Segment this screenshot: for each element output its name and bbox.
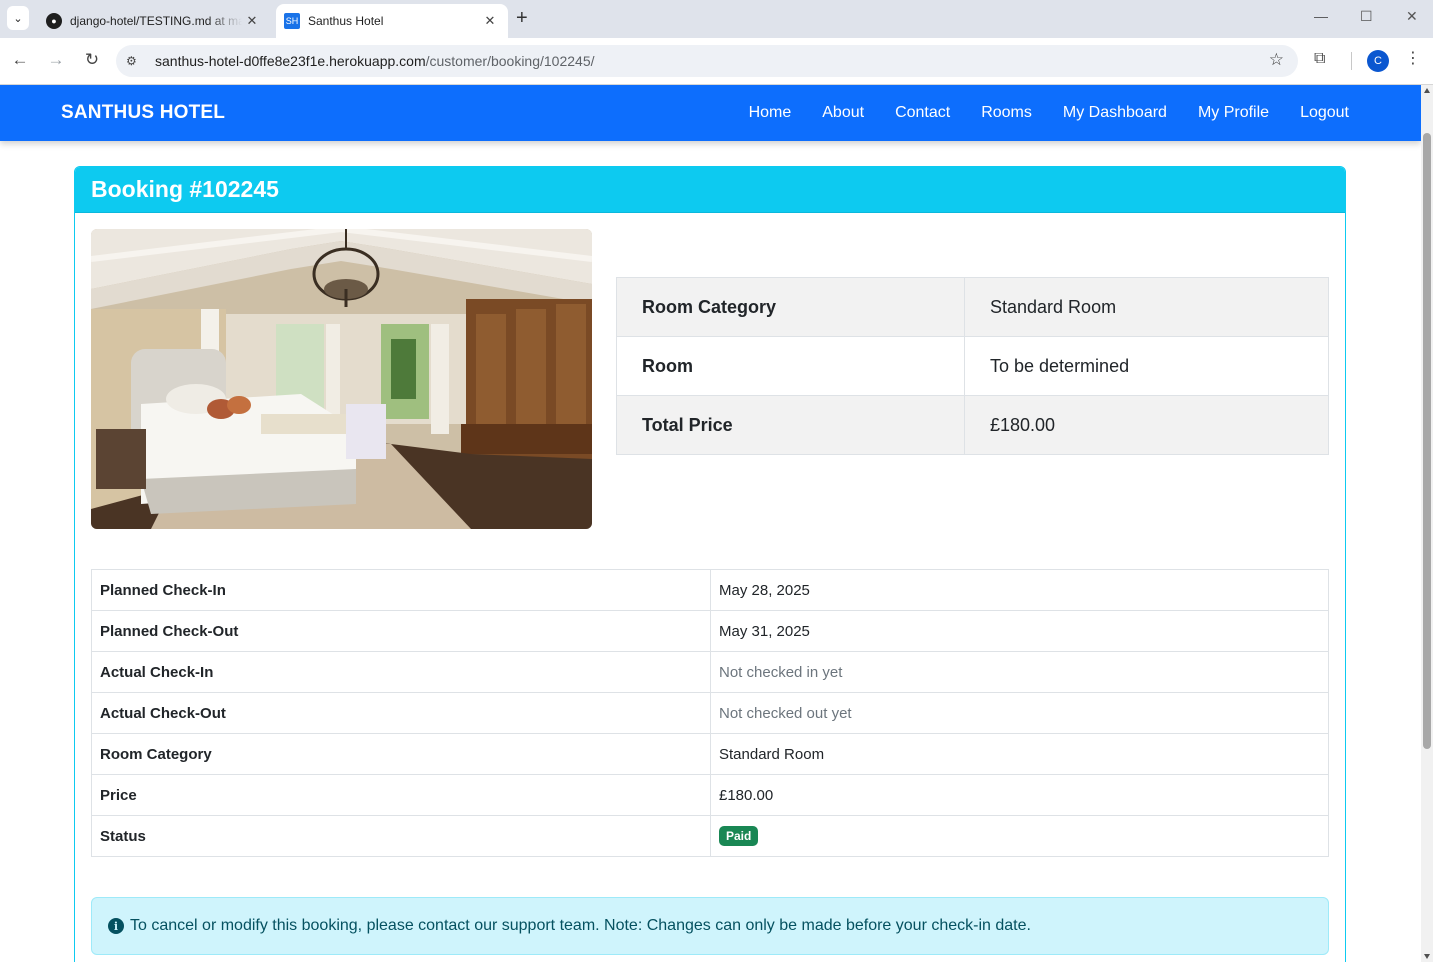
summary-value: Standard Room — [964, 277, 1329, 337]
close-tab-icon[interactable]: ✕ — [242, 13, 262, 29]
nav-links: Home About Contact Rooms My Dashboard My… — [718, 85, 1349, 141]
table-row: Status Paid — [91, 815, 1329, 857]
table-row: Total Price £180.00 — [616, 395, 1329, 455]
support-notice-text: To cancel or modify this booking, please… — [130, 917, 1031, 934]
new-tab-button[interactable]: + — [516, 8, 528, 28]
table-row: Room Category Standard Room — [616, 277, 1329, 337]
table-row: Planned Check-Out May 31, 2025 — [91, 610, 1329, 652]
forward-icon[interactable]: → — [45, 50, 67, 70]
close-tab-icon[interactable]: ✕ — [480, 13, 500, 29]
nav-logout-link[interactable]: Logout — [1300, 104, 1349, 122]
site-navbar: SANTHUS HOTEL Home About Contact Rooms M… — [0, 85, 1421, 141]
detail-value: May 31, 2025 — [710, 610, 1329, 652]
detail-label: Planned Check-Out — [91, 610, 711, 652]
support-notice-alert: i To cancel or modify this booking, plea… — [91, 897, 1329, 955]
table-row: Actual Check-Out Not checked out yet — [91, 692, 1329, 734]
site-info-icon[interactable]: ⚙ — [126, 54, 146, 68]
reload-icon[interactable]: ↻ — [81, 50, 103, 70]
maximize-icon[interactable]: ☐ — [1360, 8, 1373, 25]
summary-label: Room Category — [616, 277, 965, 337]
nav-about-link[interactable]: About — [822, 104, 864, 122]
scroll-down-icon[interactable] — [1424, 954, 1430, 959]
summary-value: To be determined — [964, 336, 1329, 396]
scroll-up-icon[interactable] — [1424, 88, 1430, 93]
detail-value: Not checked out yet — [710, 692, 1329, 734]
detail-label: Price — [91, 774, 711, 816]
minimize-icon[interactable]: — — [1314, 8, 1328, 24]
table-row: Actual Check-In Not checked in yet — [91, 651, 1329, 693]
room-photo — [91, 229, 592, 529]
table-row: Planned Check-In May 28, 2025 — [91, 569, 1329, 611]
booking-card: Booking #102245 Room Category Standard R… — [74, 166, 1346, 962]
detail-value: Standard Room — [710, 733, 1329, 775]
close-window-icon[interactable]: ✕ — [1406, 8, 1418, 25]
address-bar[interactable]: ⚙ santhus-hotel-d0ffe8e23f1e.herokuapp.c… — [116, 45, 1298, 77]
tab-title: Santhus Hotel — [308, 14, 384, 28]
booking-summary-table: Room Category Standard Room Room To be d… — [616, 277, 1329, 455]
detail-label: Actual Check-In — [91, 651, 711, 693]
browser-menu-icon[interactable]: ⋮ — [1405, 48, 1421, 68]
nav-contact-link[interactable]: Contact — [895, 104, 950, 122]
profile-avatar[interactable]: C — [1367, 50, 1389, 72]
booking-title: Booking #102245 — [91, 176, 279, 202]
extensions-icon[interactable]: ⧉ — [1314, 50, 1325, 68]
site-brand[interactable]: SANTHUS HOTEL — [61, 102, 225, 124]
browser-tab-strip: ⌄ ● django-hotel/TESTING.md at main ✕ SH… — [0, 0, 1433, 38]
detail-label: Actual Check-Out — [91, 692, 711, 734]
scrollbar-thumb[interactable] — [1423, 133, 1431, 749]
table-row: Room Category Standard Room — [91, 733, 1329, 775]
nav-profile-link[interactable]: My Profile — [1198, 104, 1269, 122]
browser-toolbar: ← → ↻ ⚙ santhus-hotel-d0ffe8e23f1e.herok… — [0, 38, 1433, 85]
summary-value: £180.00 — [964, 395, 1329, 455]
table-row: Room To be determined — [616, 336, 1329, 396]
detail-value: Paid — [710, 815, 1329, 857]
detail-value: May 28, 2025 — [710, 569, 1329, 611]
toolbar-divider — [1351, 52, 1352, 70]
booking-details-table: Planned Check-In May 28, 2025 Planned Ch… — [91, 569, 1329, 857]
browser-tab-github[interactable]: ● django-hotel/TESTING.md at main ✕ — [38, 4, 270, 38]
detail-value: Not checked in yet — [710, 651, 1329, 693]
detail-label: Room Category — [91, 733, 711, 775]
page-viewport: SANTHUS HOTEL Home About Contact Rooms M… — [0, 85, 1421, 962]
nav-dashboard-link[interactable]: My Dashboard — [1063, 104, 1167, 122]
github-icon: ● — [46, 13, 62, 29]
browser-tab-santhus[interactable]: SH Santhus Hotel ✕ — [276, 4, 508, 38]
chevron-down-icon: ⌄ — [13, 12, 23, 25]
tab-search-button[interactable]: ⌄ — [7, 6, 29, 30]
info-icon: i — [108, 918, 124, 934]
url-text: santhus-hotel-d0ffe8e23f1e.herokuapp.com… — [155, 53, 595, 69]
site-favicon: SH — [284, 13, 300, 29]
summary-label: Total Price — [616, 395, 965, 455]
bookmark-star-icon[interactable]: ☆ — [1269, 50, 1284, 70]
summary-label: Room — [616, 336, 965, 396]
detail-value: £180.00 — [710, 774, 1329, 816]
nav-rooms-link[interactable]: Rooms — [981, 104, 1032, 122]
booking-card-header: Booking #102245 — [75, 167, 1345, 213]
table-row: Price £180.00 — [91, 774, 1329, 816]
status-badge: Paid — [719, 826, 759, 846]
nav-home-link[interactable]: Home — [749, 104, 792, 122]
page-scrollbar[interactable] — [1421, 85, 1433, 962]
back-icon[interactable]: ← — [9, 50, 31, 70]
tab-title: django-hotel/TESTING.md at main — [70, 14, 242, 28]
detail-label: Status — [91, 815, 711, 857]
detail-label: Planned Check-In — [91, 569, 711, 611]
